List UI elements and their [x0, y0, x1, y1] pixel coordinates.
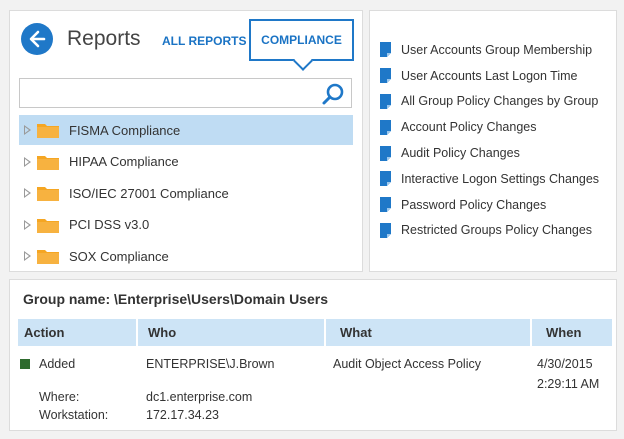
- folder-icon: [37, 250, 59, 264]
- tree-item-pci[interactable]: PCI DSS v3.0: [19, 210, 353, 240]
- report-item[interactable]: All Group Policy Changes by Group: [380, 89, 599, 115]
- report-list: User Accounts Group Membership User Acco…: [380, 37, 599, 243]
- column-header-action[interactable]: Action: [18, 319, 136, 346]
- folder-icon: [37, 124, 59, 138]
- report-item[interactable]: User Accounts Last Logon Time: [380, 63, 599, 89]
- tree-item-label: HIPAA Compliance: [69, 154, 179, 169]
- group-name-title: Group name: \Enterprise\Users\Domain Use…: [23, 291, 328, 307]
- compliance-tree: FISMA Compliance HIPAA Compliance ISO/IE…: [19, 115, 353, 273]
- report-item-label: Password Policy Changes: [401, 197, 547, 212]
- report-item[interactable]: Restricted Groups Policy Changes: [380, 218, 599, 244]
- folder-icon: [37, 187, 59, 201]
- column-header-when[interactable]: When: [532, 319, 612, 346]
- report-document-icon: [380, 68, 391, 84]
- tab-all-reports[interactable]: ALL REPORTS: [162, 34, 246, 48]
- report-item[interactable]: User Accounts Group Membership: [380, 37, 599, 63]
- added-status-icon: [20, 359, 30, 369]
- report-document-icon: [380, 197, 391, 213]
- when-time-cell: 2:29:11 AM: [537, 377, 600, 391]
- report-item-label: Audit Policy Changes: [401, 146, 520, 161]
- search-box: [19, 78, 352, 108]
- expand-caret-icon[interactable]: [24, 125, 31, 135]
- where-value: dc1.enterprise.com: [146, 390, 253, 404]
- back-arrow-icon: [29, 30, 46, 48]
- tree-item-label: SOX Compliance: [69, 248, 169, 264]
- report-item-label: User Accounts Last Logon Time: [401, 68, 578, 83]
- report-document-icon: [380, 42, 391, 58]
- report-item-label: Account Policy Changes: [401, 120, 537, 135]
- reports-tree-panel: Reports ALL REPORTS COMPLIANCE FISMA Com…: [9, 10, 363, 272]
- expand-caret-icon[interactable]: [24, 156, 31, 167]
- tree-item-fisma[interactable]: FISMA Compliance: [19, 115, 353, 145]
- folder-icon: [37, 155, 59, 170]
- report-document-icon: [380, 145, 391, 161]
- change-details-panel: Group name: \Enterprise\Users\Domain Use…: [9, 279, 617, 431]
- action-cell: Added: [39, 357, 76, 371]
- tree-item-label: FISMA Compliance: [69, 122, 181, 138]
- page-title: Reports: [67, 27, 141, 50]
- search-input[interactable]: [26, 80, 320, 108]
- report-item[interactable]: Interactive Logon Settings Changes: [380, 166, 599, 192]
- tree-item-sox[interactable]: SOX Compliance: [19, 241, 353, 271]
- tree-item-label: PCI DSS v3.0: [69, 217, 150, 232]
- tree-item-hipaa[interactable]: HIPAA Compliance: [19, 147, 353, 177]
- workstation-label: Workstation:: [39, 408, 109, 422]
- workstation-value: 172.17.34.23: [146, 408, 219, 422]
- search-icon[interactable]: [321, 82, 345, 106]
- tree-item-label: ISO/IEC 27001 Compliance: [69, 185, 229, 201]
- tab-compliance[interactable]: COMPLIANCE: [249, 19, 354, 61]
- where-label: Where:: [39, 390, 80, 404]
- tree-item-iso[interactable]: ISO/IEC 27001 Compliance: [19, 178, 353, 208]
- expand-caret-icon[interactable]: [24, 219, 31, 230]
- report-item[interactable]: Account Policy Changes: [380, 114, 599, 140]
- when-date-cell: 4/30/2015: [537, 357, 593, 371]
- expand-caret-icon[interactable]: [24, 188, 31, 198]
- report-list-panel: User Accounts Group Membership User Acco…: [369, 10, 617, 272]
- report-item[interactable]: Audit Policy Changes: [380, 140, 599, 166]
- table-header: Action Who What When: [18, 319, 612, 346]
- who-cell: ENTERPRISE\J.Brown: [146, 357, 275, 371]
- column-header-what[interactable]: What: [326, 319, 530, 346]
- report-item-label: All Group Policy Changes by Group: [401, 94, 599, 109]
- folder-icon: [37, 218, 59, 233]
- column-header-who[interactable]: Who: [138, 319, 324, 346]
- report-item[interactable]: Password Policy Changes: [380, 192, 599, 218]
- report-document-icon: [380, 119, 391, 135]
- report-item-label: Restricted Groups Policy Changes: [401, 223, 593, 238]
- tab-compliance-label: COMPLIANCE: [261, 33, 342, 47]
- report-item-label: Interactive Logon Settings Changes: [401, 171, 600, 186]
- report-document-icon: [380, 171, 391, 187]
- report-document-icon: [380, 93, 391, 109]
- back-button[interactable]: [21, 23, 53, 55]
- expand-caret-icon[interactable]: [24, 251, 31, 261]
- report-item-label: User Accounts Group Membership: [401, 42, 593, 57]
- what-cell: Audit Object Access Policy: [333, 357, 481, 371]
- report-document-icon: [380, 222, 391, 238]
